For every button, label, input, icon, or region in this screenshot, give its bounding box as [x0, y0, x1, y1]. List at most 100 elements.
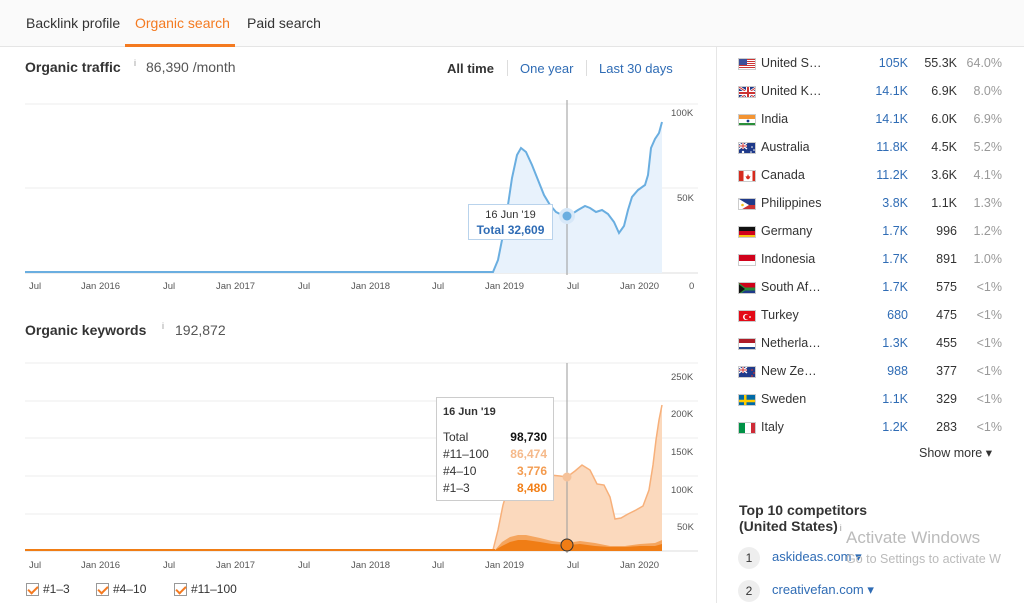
traffic-y-tick: 100K	[671, 108, 694, 119]
country-traffic[interactable]: 1.7K	[882, 224, 908, 238]
country-name: United K…	[761, 84, 822, 98]
activate-windows-subtext: Go to Settings to activate W	[846, 552, 1001, 566]
traffic-x-tick: Jan 2017	[216, 281, 255, 292]
traffic-x-tick: Jan 2019	[485, 281, 524, 292]
keywords-tooltip-label: #11–100	[443, 447, 489, 461]
country-row[interactable]: Italy 1.2K 283 <1%	[737, 417, 1024, 445]
keywords-tooltip-label: Total	[443, 430, 469, 444]
country-traffic[interactable]: 3.8K	[882, 196, 908, 210]
country-traffic[interactable]: 14.1K	[875, 84, 908, 98]
id-flag-icon	[738, 254, 756, 266]
country-share: <1%	[976, 336, 1002, 350]
country-name: Germany	[761, 224, 813, 238]
keywords-tooltip-value: 8,480	[516, 481, 547, 495]
country-keywords: 377	[936, 364, 957, 378]
country-traffic[interactable]: 1.7K	[882, 252, 908, 266]
country-keywords: 575	[936, 280, 957, 294]
legend-1-3[interactable]: #1–3	[26, 582, 70, 596]
country-keywords: 1.1K	[931, 196, 957, 210]
country-traffic[interactable]: 1.1K	[882, 392, 908, 406]
keywords-tooltip-value: 98,730	[510, 430, 547, 444]
country-row[interactable]: United K… 14.1K 6.9K 8.0%	[737, 81, 1024, 109]
country-share: 1.3%	[973, 196, 1003, 210]
keywords-x-tick: Jan 2017	[216, 560, 255, 571]
country-row[interactable]: Indonesia 1.7K 891 1.0%	[737, 249, 1024, 277]
in-flag-icon	[738, 114, 756, 126]
competitor-rank: 1	[738, 547, 760, 569]
keywords-x-tick: Jul	[29, 560, 41, 571]
legend-label: #4–10	[113, 582, 147, 596]
country-keywords: 891	[936, 252, 957, 266]
legend-11-100[interactable]: #11–100	[174, 582, 237, 596]
keywords-x-tick: Jan 2018	[351, 560, 390, 571]
country-row[interactable]: New Ze… 988 377 <1%	[737, 361, 1024, 389]
tr-flag-icon	[738, 310, 756, 322]
country-row[interactable]: Australia 11.8K 4.5K 5.2%	[737, 137, 1024, 165]
traffic-cursor-point	[562, 211, 572, 221]
country-keywords: 996	[936, 224, 957, 238]
traffic-tooltip: 16 Jun '19 Total 32,609	[468, 204, 553, 240]
country-name: Australia	[761, 140, 810, 154]
country-traffic[interactable]: 1.2K	[882, 420, 908, 434]
legend-label: #11–100	[191, 582, 237, 596]
country-keywords: 6.0K	[931, 112, 957, 126]
country-traffic[interactable]: 14.1K	[875, 112, 908, 126]
competitors-title-line1: Top 10 competitors	[739, 502, 868, 518]
us-flag-icon	[738, 58, 756, 70]
nz-flag-icon	[738, 366, 756, 378]
country-traffic[interactable]: 1.3K	[882, 336, 908, 350]
country-traffic[interactable]: 1.7K	[882, 280, 908, 294]
country-traffic[interactable]: 680	[887, 308, 908, 322]
organic-keywords-info-icon[interactable]: i	[162, 321, 164, 331]
organic-traffic-chart[interactable]: 100K 50K 0 Jul Jan 2016 Jul Jan 2017 Jul…	[0, 0, 716, 603]
country-traffic[interactable]: 105K	[879, 56, 908, 70]
show-more-button[interactable]: Show more ▾	[919, 445, 992, 460]
traffic-x-tick: Jul	[432, 281, 444, 292]
keywords-y-tick: 100K	[671, 485, 694, 496]
keywords-tooltip-row: #11–100 86,474	[443, 447, 547, 464]
country-traffic[interactable]: 11.8K	[876, 140, 908, 154]
za-flag-icon	[738, 282, 756, 294]
se-flag-icon	[738, 394, 756, 406]
competitor-link[interactable]: creativefan.com ▾	[772, 582, 874, 598]
country-keywords: 3.6K	[931, 168, 957, 182]
checkbox-icon[interactable]	[96, 582, 109, 596]
country-keywords: 475	[936, 308, 957, 322]
country-row[interactable]: Sweden 1.1K 329 <1%	[737, 389, 1024, 417]
country-row[interactable]: United S… 105K 55.3K 64.0%	[737, 53, 1024, 81]
country-keywords: 283	[936, 420, 957, 434]
keywords-x-tick: Jul	[432, 560, 444, 571]
country-row[interactable]: South Af… 1.7K 575 <1%	[737, 277, 1024, 305]
country-share: <1%	[976, 420, 1002, 434]
competitors-title-line2: (United States)	[739, 518, 838, 534]
country-row[interactable]: Germany 1.7K 996 1.2%	[737, 221, 1024, 249]
competitor-rank: 2	[738, 580, 760, 602]
country-share: <1%	[976, 280, 1002, 294]
keywords-tooltip-row: #4–10 3,776	[443, 464, 547, 481]
checkbox-icon[interactable]	[174, 582, 187, 596]
country-row[interactable]: Philippines 3.8K 1.1K 1.3%	[737, 193, 1024, 221]
country-traffic[interactable]: 11.2K	[876, 168, 908, 182]
ca-flag-icon	[738, 170, 756, 182]
keywords-y-tick: 200K	[671, 409, 694, 420]
keywords-x-tick: Jan 2016	[81, 560, 120, 571]
country-name: Turkey	[761, 308, 799, 322]
country-row[interactable]: Turkey 680 475 <1%	[737, 305, 1024, 333]
keywords-tooltip: 16 Jun '19 Total 98,730 #11–100 86,474 #…	[436, 397, 554, 501]
au-flag-icon	[738, 142, 756, 154]
legend-4-10[interactable]: #4–10	[96, 582, 146, 596]
country-row[interactable]: Netherla… 1.3K 455 <1%	[737, 333, 1024, 361]
country-row[interactable]: Canada 11.2K 3.6K 4.1%	[737, 165, 1024, 193]
country-row[interactable]: India 14.1K 6.0K 6.9%	[737, 109, 1024, 137]
keywords-tooltip-date: 16 Jun '19	[443, 406, 496, 418]
competitors-info-icon[interactable]: i	[840, 523, 842, 533]
country-traffic[interactable]: 988	[887, 364, 908, 378]
keywords-y-tick: 250K	[671, 372, 694, 383]
uk-flag-icon	[738, 86, 756, 98]
country-share: 8.0%	[973, 84, 1003, 98]
country-share: 1.2%	[973, 224, 1003, 238]
country-name: Sweden	[761, 392, 807, 406]
traffic-tooltip-total: Total 32,609	[476, 223, 545, 237]
keywords-tooltip-row: Total 98,730	[443, 430, 547, 447]
checkbox-icon[interactable]	[26, 582, 39, 596]
